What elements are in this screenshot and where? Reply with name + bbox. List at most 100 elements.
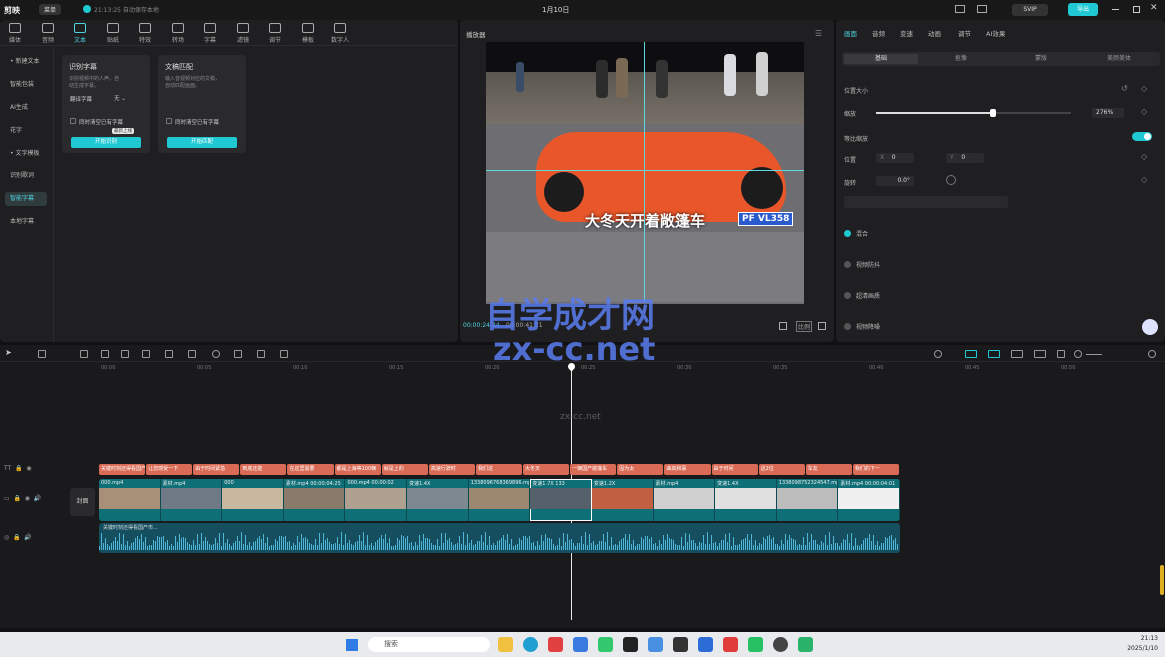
cover-button[interactable]: 封面 bbox=[70, 488, 95, 516]
tool-digital-human[interactable]: 数字人 bbox=[326, 23, 354, 44]
subtitle-clip[interactable]: 就是上的 bbox=[381, 464, 428, 475]
tab-picture[interactable]: 画面 bbox=[844, 28, 857, 38]
sidebar-item-lyrics[interactable]: 识别歌词 bbox=[5, 169, 47, 183]
split-right-icon[interactable] bbox=[121, 350, 129, 358]
delete-icon[interactable] bbox=[142, 350, 150, 358]
keyframe-icon[interactable]: ◇ bbox=[1141, 152, 1147, 161]
clear-checkbox[interactable] bbox=[70, 118, 76, 124]
video-clip[interactable]: 素材.mp4 bbox=[160, 479, 223, 521]
app-icon[interactable] bbox=[698, 637, 713, 652]
sidebar-item-fancy-text[interactable]: 花字 bbox=[5, 124, 47, 138]
video-clip[interactable]: 变速1.4X bbox=[715, 479, 777, 521]
tool-sticker[interactable]: 贴纸 bbox=[99, 23, 127, 44]
select-tool-icon[interactable]: ➤ bbox=[5, 348, 13, 357]
rotate-dial-icon[interactable] bbox=[946, 175, 956, 185]
linkage-icon[interactable] bbox=[1011, 350, 1023, 358]
tool-effects[interactable]: 特效 bbox=[131, 23, 159, 44]
reverse-icon[interactable] bbox=[212, 350, 220, 358]
full-view-icon[interactable] bbox=[1057, 350, 1065, 358]
sidebar-item-smart-subtitle[interactable]: 智能字幕 bbox=[5, 192, 47, 206]
notepad-icon[interactable] bbox=[648, 637, 663, 652]
tab-adjust[interactable]: 调节 bbox=[958, 28, 971, 38]
maximize-icon[interactable] bbox=[1133, 6, 1140, 13]
video-clip[interactable]: 1338096768369896.mp4 00:00:10:12 bbox=[468, 479, 531, 521]
tool-media[interactable]: 媒体 bbox=[1, 23, 29, 44]
audio-track-controls[interactable]: ◎ 🔒 🔊 bbox=[4, 534, 32, 541]
subtab-mask[interactable]: 蒙版 bbox=[1004, 54, 1078, 64]
split-left-icon[interactable] bbox=[101, 350, 109, 358]
tab-animation[interactable]: 动画 bbox=[928, 28, 941, 38]
split-icon[interactable] bbox=[80, 350, 88, 358]
translate-select[interactable]: 无 ⌄ bbox=[114, 94, 142, 103]
shortcut-icon[interactable] bbox=[977, 5, 987, 13]
subtitle-clip[interactable]: 这2位 bbox=[758, 464, 805, 475]
close-icon[interactable]: ✕ bbox=[1150, 3, 1158, 13]
windows-start-icon[interactable] bbox=[346, 639, 358, 651]
fullscreen-preview-icon[interactable] bbox=[779, 322, 787, 330]
video-clip[interactable]: 素材.mp4 00:00:04:01 bbox=[838, 479, 900, 521]
stabilize-check[interactable] bbox=[844, 261, 851, 268]
tool-transition[interactable]: 转场 bbox=[164, 23, 192, 44]
tab-ai-effects[interactable]: AI效果 bbox=[986, 28, 1005, 38]
subtitle-clip[interactable]: 由于时间 bbox=[711, 464, 758, 475]
main-track-magnet-icon[interactable] bbox=[965, 350, 977, 358]
subtitle-clip[interactable]: 大冬天 bbox=[523, 464, 570, 475]
tool-text[interactable]: 文本 bbox=[66, 23, 94, 44]
assistant-icon[interactable] bbox=[1142, 319, 1158, 335]
subtab-cutout[interactable]: 抠像 bbox=[924, 54, 998, 64]
keyframe-icon[interactable]: ◇ bbox=[1141, 175, 1147, 184]
reset-icon[interactable]: ↺ bbox=[1121, 84, 1128, 93]
sidebar-item-new-text[interactable]: • 新建文本 bbox=[5, 55, 47, 69]
tool-filter[interactable]: 滤镜 bbox=[229, 23, 257, 44]
subtitle-clip[interactable]: 一辆国产敞篷车 bbox=[570, 464, 617, 475]
preview-axis-icon[interactable] bbox=[1034, 350, 1046, 358]
video-clip[interactable]: 素材.mp4 00:00:04:25 bbox=[283, 479, 346, 521]
minimize-icon[interactable] bbox=[1112, 9, 1119, 10]
feishu-icon[interactable] bbox=[573, 637, 588, 652]
video-clip[interactable]: 变速1.4X bbox=[407, 479, 469, 521]
subtitle-clip[interactable]: 车友 bbox=[805, 464, 852, 475]
video-clip[interactable]: 素材.mp4 bbox=[653, 479, 716, 521]
subtitle-clip[interactable]: 由于时间紧急 bbox=[193, 464, 240, 475]
start-recognize-button[interactable]: 开始识别 bbox=[71, 137, 141, 148]
video-clip[interactable]: 1338098752324547.mp4 bbox=[776, 479, 839, 521]
netease-music-icon[interactable] bbox=[723, 637, 738, 652]
scale-slider[interactable] bbox=[876, 109, 1071, 117]
denoise-check[interactable] bbox=[844, 323, 851, 330]
uniform-scale-toggle[interactable] bbox=[1132, 132, 1152, 141]
zoom-slider[interactable] bbox=[1086, 354, 1102, 355]
tab-speed[interactable]: 变速 bbox=[900, 28, 913, 38]
menu-button[interactable]: 菜单 bbox=[39, 4, 62, 15]
taskbar-search[interactable]: 搜索 bbox=[368, 637, 490, 652]
menu-icon[interactable]: ☰ bbox=[815, 29, 822, 38]
position-y-field[interactable]: Y 0 bbox=[946, 153, 984, 163]
keyframe-icon[interactable]: ◇ bbox=[1141, 107, 1147, 116]
crop-icon[interactable] bbox=[280, 350, 288, 358]
marker-icon[interactable] bbox=[165, 350, 173, 358]
sidebar-item-smart-pack[interactable]: 智能包装 bbox=[5, 78, 47, 92]
video-clip[interactable]: 000.mp4 00:00:02 bbox=[345, 479, 408, 521]
capcut-icon[interactable] bbox=[623, 637, 638, 652]
wechat-icon[interactable] bbox=[598, 637, 613, 652]
chat-app-icon[interactable] bbox=[748, 637, 763, 652]
subtitle-clip[interactable]: 关键时刻还得看国产 bbox=[99, 464, 146, 475]
tool-audio[interactable]: 音频 bbox=[34, 23, 62, 44]
video-frame[interactable]: PF VL358 大冬天开着敞篷车 bbox=[486, 42, 804, 304]
subtitle-clip[interactable]: 曲高和寡 bbox=[664, 464, 711, 475]
tool-adjust[interactable]: 调节 bbox=[261, 23, 289, 44]
start-match-button[interactable]: 开始匹配 bbox=[167, 137, 237, 148]
video-clip[interactable]: 变速1.7X 133 bbox=[530, 479, 592, 521]
position-x-field[interactable]: X 0 bbox=[876, 153, 914, 163]
scale-slider-handle[interactable] bbox=[990, 109, 996, 117]
hd-check[interactable] bbox=[844, 292, 851, 299]
layout-icon[interactable] bbox=[955, 5, 965, 13]
subtab-basic[interactable]: 基础 bbox=[844, 54, 918, 64]
tool-subtitle[interactable]: 字幕 bbox=[196, 23, 224, 44]
subtitle-clip[interactable]: 高速行驶时 bbox=[428, 464, 475, 475]
clear-checkbox[interactable] bbox=[166, 118, 172, 124]
subtitle-clip[interactable]: 在这里需要 bbox=[287, 464, 334, 475]
obs-icon[interactable] bbox=[673, 637, 688, 652]
subtitle-clip[interactable]: 都是上海等100辆 bbox=[334, 464, 381, 475]
rotate-icon[interactable] bbox=[257, 350, 265, 358]
keyframe-icon[interactable]: ◇ bbox=[1141, 84, 1147, 93]
